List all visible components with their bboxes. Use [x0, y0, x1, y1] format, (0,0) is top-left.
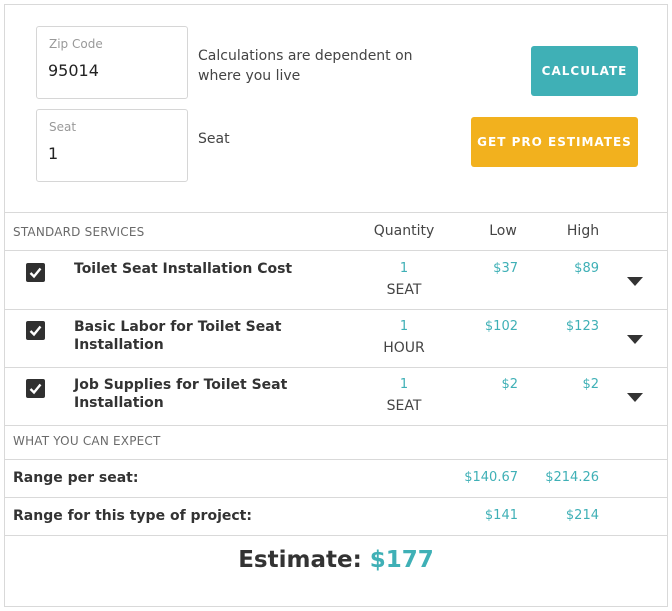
what-you-can-expect-header: WHAT YOU CAN EXPECT: [13, 434, 161, 448]
chevron-down-icon[interactable]: [627, 393, 643, 402]
project-range-high: $214: [565, 508, 599, 523]
checkmark-icon: [29, 325, 42, 337]
divider: [5, 212, 667, 213]
quantity-value[interactable]: 1: [369, 261, 439, 276]
estimate-value: $177: [369, 547, 434, 573]
seat-input[interactable]: [48, 144, 178, 163]
checkmark-icon: [29, 383, 42, 395]
row-checkbox[interactable]: [26, 263, 45, 282]
calculator-inputs: Zip Code Calculations are dependent on w…: [5, 5, 667, 213]
quantity-unit: SEAT: [386, 398, 422, 414]
chevron-down-icon[interactable]: [627, 277, 643, 286]
project-range-low: $141: [484, 508, 518, 523]
estimate-total: Estimate: $177: [5, 547, 667, 573]
divider: [5, 497, 667, 498]
range-per-seat-high: $214.26: [545, 470, 599, 485]
quantity-column-header: Quantity: [373, 223, 435, 239]
high-price: $89: [574, 261, 599, 276]
divider: [5, 425, 667, 426]
seat-unit-hint: Seat: [198, 131, 230, 147]
estimate-label: Estimate:: [238, 547, 362, 573]
service-name: Job Supplies for Toilet Seat Installatio…: [74, 377, 288, 411]
get-pro-estimates-button[interactable]: GET PRO ESTIMATES: [471, 117, 638, 167]
zip-code-input[interactable]: [48, 61, 178, 80]
low-price: $102: [484, 319, 518, 334]
service-name: Toilet Seat Installation Cost: [74, 261, 293, 277]
row-checkbox[interactable]: [26, 321, 45, 340]
zip-code-hint: Calculations are dependent on where you …: [198, 48, 413, 84]
high-price: $123: [565, 319, 599, 334]
standard-services-header: STANDARD SERVICES: [13, 225, 145, 239]
row-checkbox[interactable]: [26, 379, 45, 398]
zip-code-field[interactable]: Zip Code: [36, 26, 188, 99]
quantity-value[interactable]: 1: [369, 319, 439, 334]
low-price: $37: [493, 261, 518, 276]
high-column-header: High: [566, 223, 600, 239]
low-column-header: Low: [489, 223, 517, 239]
calculate-button[interactable]: CALCULATE: [531, 46, 638, 96]
quantity-unit: HOUR: [383, 340, 425, 356]
quantity-unit: SEAT: [386, 282, 422, 298]
quantity-value[interactable]: 1: [369, 377, 439, 392]
divider: [5, 250, 667, 251]
range-per-seat-low: $140.67: [464, 470, 518, 485]
divider: [5, 459, 667, 460]
project-range-label: Range for this type of project:: [13, 508, 252, 524]
divider: [5, 367, 667, 368]
range-per-seat-label: Range per seat:: [13, 470, 139, 486]
seat-field[interactable]: Seat: [36, 109, 188, 182]
low-price: $2: [501, 377, 518, 392]
divider: [5, 309, 667, 310]
chevron-down-icon[interactable]: [627, 335, 643, 344]
service-name: Basic Labor for Toilet Seat Installation: [74, 319, 282, 353]
checkmark-icon: [29, 267, 42, 279]
divider: [5, 535, 667, 536]
high-price: $2: [582, 377, 599, 392]
seat-label: Seat: [49, 120, 77, 134]
zip-code-label: Zip Code: [49, 37, 103, 51]
cost-calculator-card: Zip Code Calculations are dependent on w…: [4, 4, 668, 607]
